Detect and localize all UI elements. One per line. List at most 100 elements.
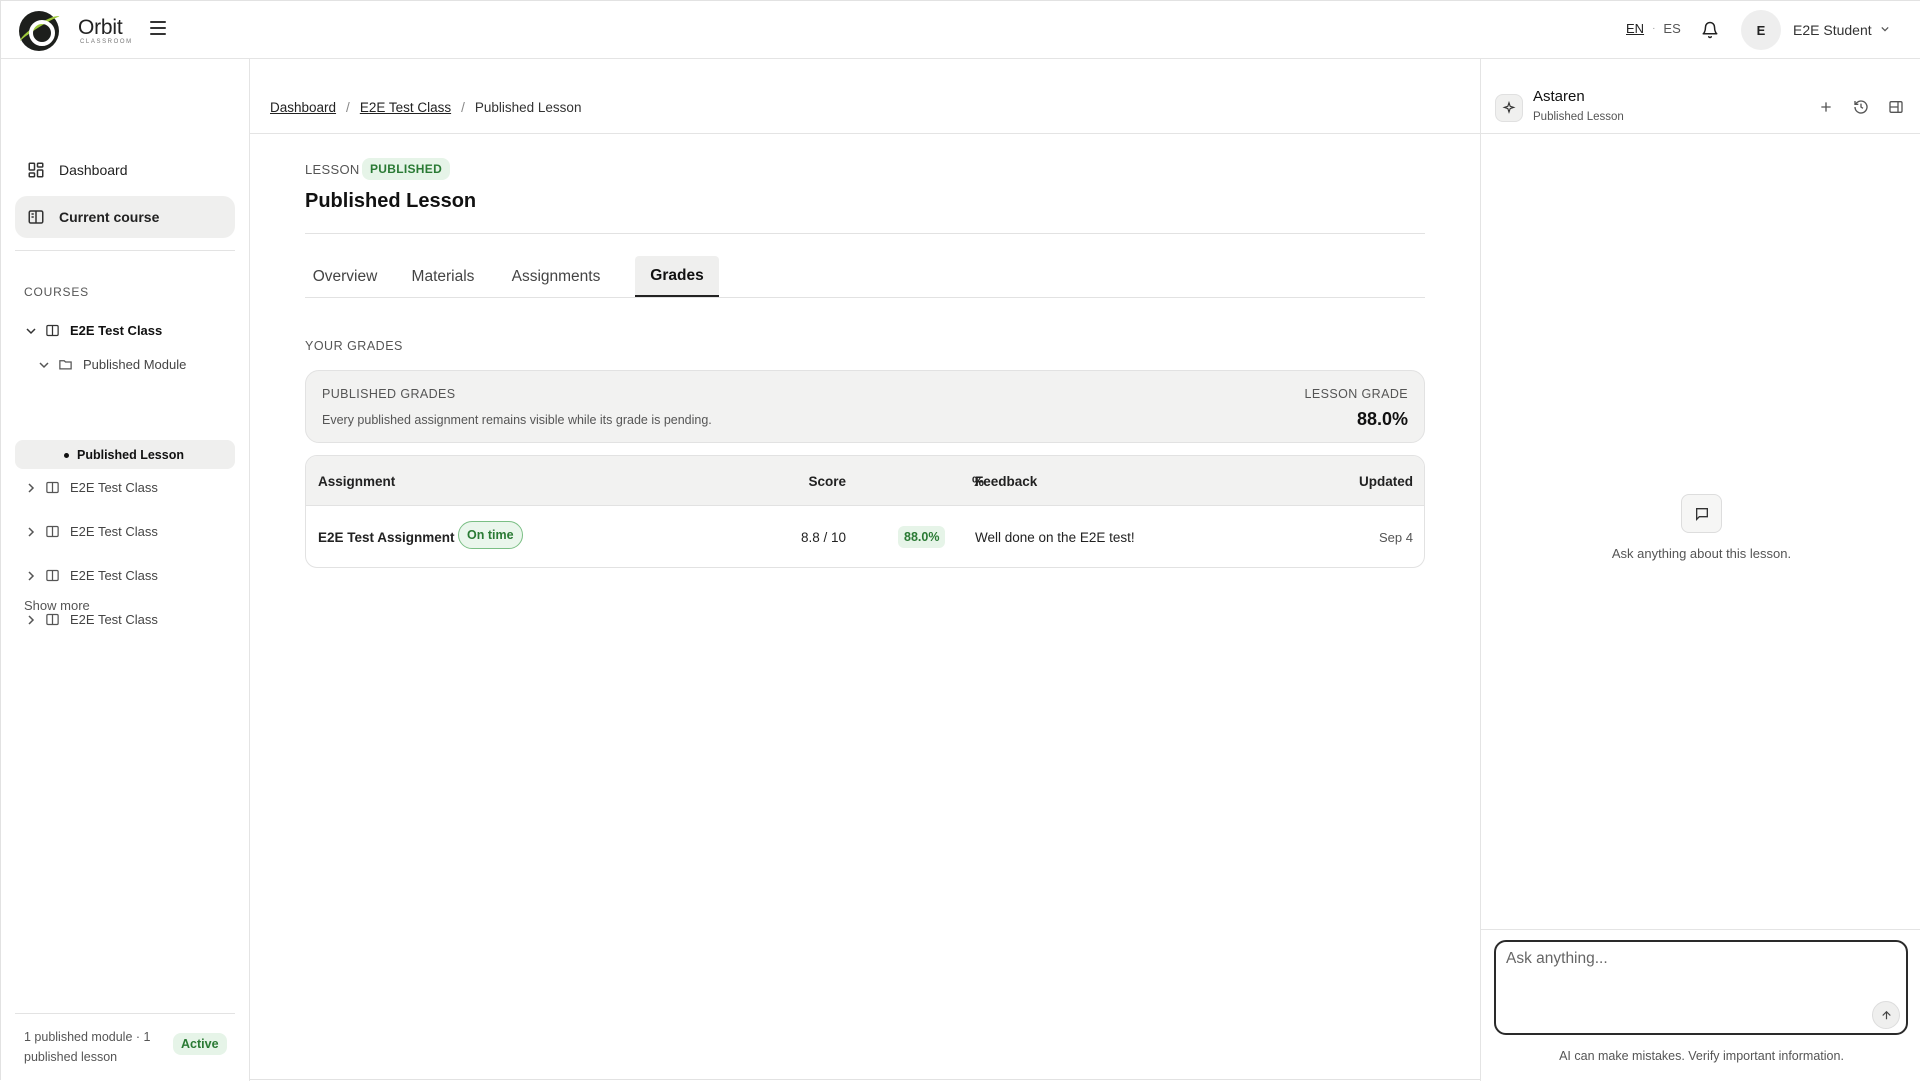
avatar[interactable]: E [1741, 10, 1781, 50]
plus-icon[interactable] [1818, 99, 1834, 115]
ai-disclaimer: AI can make mistakes. Verify important i… [1559, 1049, 1844, 1063]
breadcrumb-current: Published Lesson [474, 100, 582, 115]
top-header: Orbit CLASSROOM EN · ES E E2E Student [1, 1, 1920, 59]
summary-title: PUBLISHED GRADES [322, 387, 456, 401]
updated-date: Sep 4 [1379, 530, 1413, 545]
sidebar-item-dashboard[interactable]: Dashboard [15, 149, 235, 191]
table-row[interactable]: E2E Test Assignment On time 8.8 / 10 88.… [306, 506, 1424, 567]
breadcrumb-course[interactable]: E2E Test Class [360, 100, 451, 115]
sidebar-item-current-course[interactable]: Current course [15, 196, 235, 238]
assignment-name[interactable]: E2E Test Assignment [318, 530, 455, 545]
arrow-up-icon [1881, 1010, 1891, 1019]
course-tree-item[interactable]: E2E Test Class [26, 480, 158, 495]
your-grades-heading: YOUR GRADES [305, 339, 403, 353]
sidebar-divider [15, 250, 235, 251]
orbit-logo-icon [17, 11, 63, 51]
book-icon [46, 481, 59, 494]
course-tree-item[interactable]: E2E Test Class [26, 323, 162, 338]
breadcrumb-separator: / [461, 100, 465, 115]
chevron-right-icon[interactable] [26, 614, 36, 625]
lesson-grade-value: 88.0% [1356, 409, 1408, 429]
sidebar-item-label: Dashboard [59, 162, 128, 178]
chat-input[interactable] [1506, 950, 1886, 990]
tab-assignments[interactable]: Assignments [501, 256, 611, 297]
module-tree-item[interactable]: Published Module [39, 357, 186, 372]
book-open-icon [28, 210, 44, 224]
score-value: 8.8 / 10 [800, 530, 846, 545]
on-time-badge: On time [458, 521, 523, 549]
history-icon[interactable] [1853, 99, 1869, 115]
chevron-down-icon[interactable] [39, 360, 49, 370]
grades-summary-card: PUBLISHED GRADES Every published assignm… [305, 370, 1425, 443]
breadcrumb-separator: / [346, 100, 350, 115]
lang-es-link[interactable]: ES [1663, 21, 1680, 36]
breadcrumb: Dashboard / E2E Test Class / Published L… [270, 100, 581, 115]
course-name: E2E Test Class [70, 568, 158, 583]
table-header: Assignment Score % Feedback Updated [306, 456, 1424, 506]
main-content: Dashboard / E2E Test Class / Published L… [250, 59, 1480, 1081]
tab-materials[interactable]: Materials [399, 256, 487, 297]
send-button[interactable] [1872, 1001, 1900, 1029]
book-icon [46, 324, 59, 337]
course-tree-item[interactable]: E2E Test Class [26, 612, 158, 627]
course-summary-text: 1 published module · 1 published lesson [24, 1030, 151, 1064]
lang-en-link[interactable]: EN [1626, 21, 1644, 36]
menu-icon[interactable] [150, 21, 166, 35]
chevron-down-icon[interactable] [26, 326, 36, 336]
chevron-right-icon[interactable] [26, 482, 36, 493]
grid-icon [28, 162, 44, 178]
folder-icon [59, 360, 72, 370]
assistant-context: Published Lesson [1533, 111, 1624, 123]
chevron-down-icon[interactable] [1881, 25, 1889, 33]
book-icon [46, 613, 59, 626]
summary-description: Every published assignment remains visib… [322, 413, 712, 427]
assistant-panel: Astaren Published Lesson Ask anything ab… [1480, 59, 1920, 1081]
chevron-right-icon[interactable] [26, 526, 36, 537]
lesson-tabs: Overview Materials Assignments Grades [305, 256, 1425, 298]
sidebar-item-label: Current course [59, 209, 160, 225]
composer-divider [1481, 929, 1920, 930]
tab-grades[interactable]: Grades [635, 256, 719, 297]
logo-name: Orbit [78, 16, 123, 39]
book-icon [46, 525, 59, 538]
show-more-link[interactable]: Show more [24, 598, 90, 613]
course-tree-item[interactable]: E2E Test Class [26, 524, 158, 539]
course-tree-item[interactable]: E2E Test Class [26, 568, 158, 583]
user-name[interactable]: E2E Student [1793, 22, 1872, 38]
module-name: Published Module [83, 357, 187, 372]
course-name: E2E Test Class [70, 612, 158, 627]
feedback-text: Well done on the E2E test! [975, 530, 1135, 545]
lesson-tree-item[interactable]: Published Lesson [15, 440, 235, 469]
chevron-right-icon[interactable] [26, 570, 36, 581]
sidebar-footer-divider [15, 1013, 235, 1014]
published-badge: PUBLISHED [362, 158, 451, 180]
courses-section-title: COURSES [24, 285, 89, 299]
column-header-assignment: Assignment [318, 474, 396, 489]
percent-badge: 88.0% [898, 526, 946, 548]
chat-composer [1494, 940, 1908, 1035]
app-window: Orbit CLASSROOM EN · ES E E2E Student Da… [0, 0, 1920, 1081]
title-divider [305, 233, 1425, 234]
bell-icon[interactable] [1701, 20, 1719, 40]
orbit-logo[interactable]: Orbit CLASSROOM [17, 11, 133, 51]
assistant-header: Astaren Published Lesson [1481, 59, 1920, 134]
tab-overview[interactable]: Overview [305, 256, 385, 297]
column-header-updated: Updated [1359, 474, 1413, 489]
column-header-feedback: Feedback [975, 474, 1038, 489]
column-header-score: Score [808, 474, 846, 489]
panel-layout-icon[interactable] [1888, 99, 1904, 115]
language-switcher: EN · ES [1626, 21, 1681, 36]
course-name: E2E Test Class [70, 524, 158, 539]
lang-separator: · [1652, 23, 1656, 34]
course-name: E2E Test Class [70, 480, 158, 495]
lesson-grade-label: LESSON GRADE [1304, 387, 1408, 401]
sidebar: Dashboard Current course COURSES E2E Tes… [1, 59, 250, 1081]
lesson-name: Published Lesson [77, 447, 184, 462]
status-badge: Active [173, 1033, 227, 1055]
grades-table: Assignment Score % Feedback Updated E2E … [305, 455, 1425, 568]
logo-subtitle: CLASSROOM [80, 39, 133, 45]
sparkle-icon [1495, 94, 1523, 122]
breadcrumb-dashboard[interactable]: Dashboard [270, 100, 336, 115]
course-name: E2E Test Class [70, 323, 163, 338]
assistant-empty-text: Ask anything about this lesson. [1611, 546, 1792, 561]
